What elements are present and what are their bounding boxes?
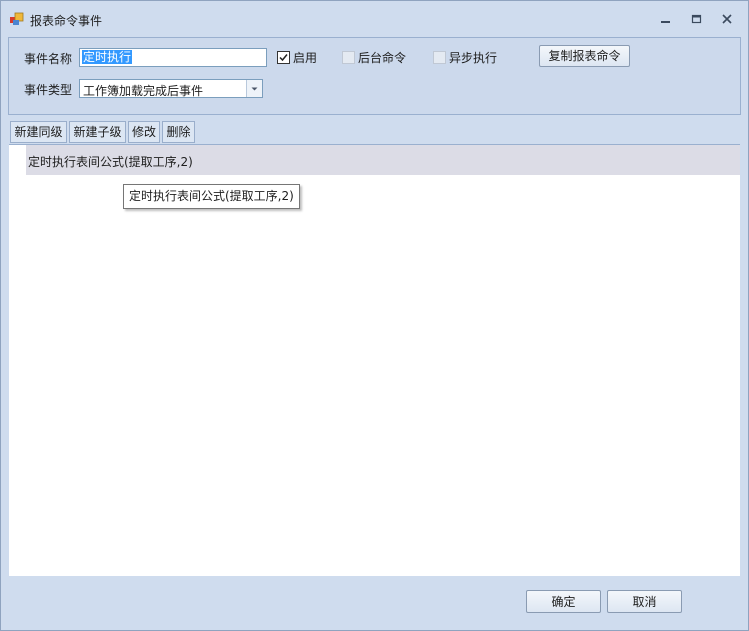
tree-item-label: 定时执行表间公式(提取工序,2) [28, 155, 193, 169]
ok-button[interactable]: 确定 [526, 590, 601, 613]
async-execution-checkbox[interactable] [433, 51, 446, 64]
event-name-value: 定时执行 [82, 50, 133, 64]
event-name-input[interactable]: 定时执行 [79, 48, 267, 67]
maximize-icon[interactable] [686, 10, 706, 28]
window-title: 报表命令事件 [30, 14, 103, 28]
new-sibling-button[interactable]: 新建同级 [10, 121, 67, 143]
tree-item[interactable]: 定时执行表间公式(提取工序,2) [26, 145, 740, 175]
event-form-panel: 事件名称 定时执行 启用 后台命令 异步执行 复制报表命令 事件类型 工作簿加载… [8, 37, 741, 115]
async-execution-label: 异步执行 [449, 51, 498, 65]
cancel-button[interactable]: 取消 [607, 590, 682, 613]
event-tree[interactable]: 定时执行表间公式(提取工序,2) 定时执行表间公式(提取工序,2) [9, 144, 740, 576]
title-bar: 报表命令事件 [1, 1, 748, 37]
tree-toolbar: 新建同级 新建子级 修改 删除 [10, 121, 740, 143]
edit-button[interactable]: 修改 [128, 121, 160, 143]
new-child-button[interactable]: 新建子级 [69, 121, 126, 143]
enabled-checkbox[interactable] [277, 51, 290, 64]
event-type-select[interactable]: 工作簿加载完成后事件 [79, 79, 263, 98]
background-command-checkbox[interactable] [342, 51, 355, 64]
copy-report-command-button[interactable]: 复制报表命令 [539, 45, 630, 67]
tooltip: 定时执行表间公式(提取工序,2) [123, 184, 300, 209]
minimize-icon[interactable] [655, 10, 675, 28]
app-icon [10, 12, 24, 25]
event-type-value: 工作簿加载完成后事件 [83, 84, 204, 98]
chevron-down-icon [251, 87, 258, 91]
delete-button[interactable]: 删除 [162, 121, 195, 143]
background-command-label: 后台命令 [358, 51, 407, 65]
enabled-label: 启用 [293, 51, 318, 65]
checkmark-icon [279, 54, 288, 62]
event-type-label: 事件类型 [24, 83, 73, 97]
close-icon[interactable] [717, 10, 737, 28]
dropdown-button[interactable] [246, 80, 262, 97]
event-name-label: 事件名称 [24, 52, 73, 66]
dialog-window: 报表命令事件 事件名称 定时执行 启用 后台命令 异步执行 复制报表命令 事件类… [0, 0, 749, 631]
dialog-footer: 确定 取消 [1, 576, 748, 630]
